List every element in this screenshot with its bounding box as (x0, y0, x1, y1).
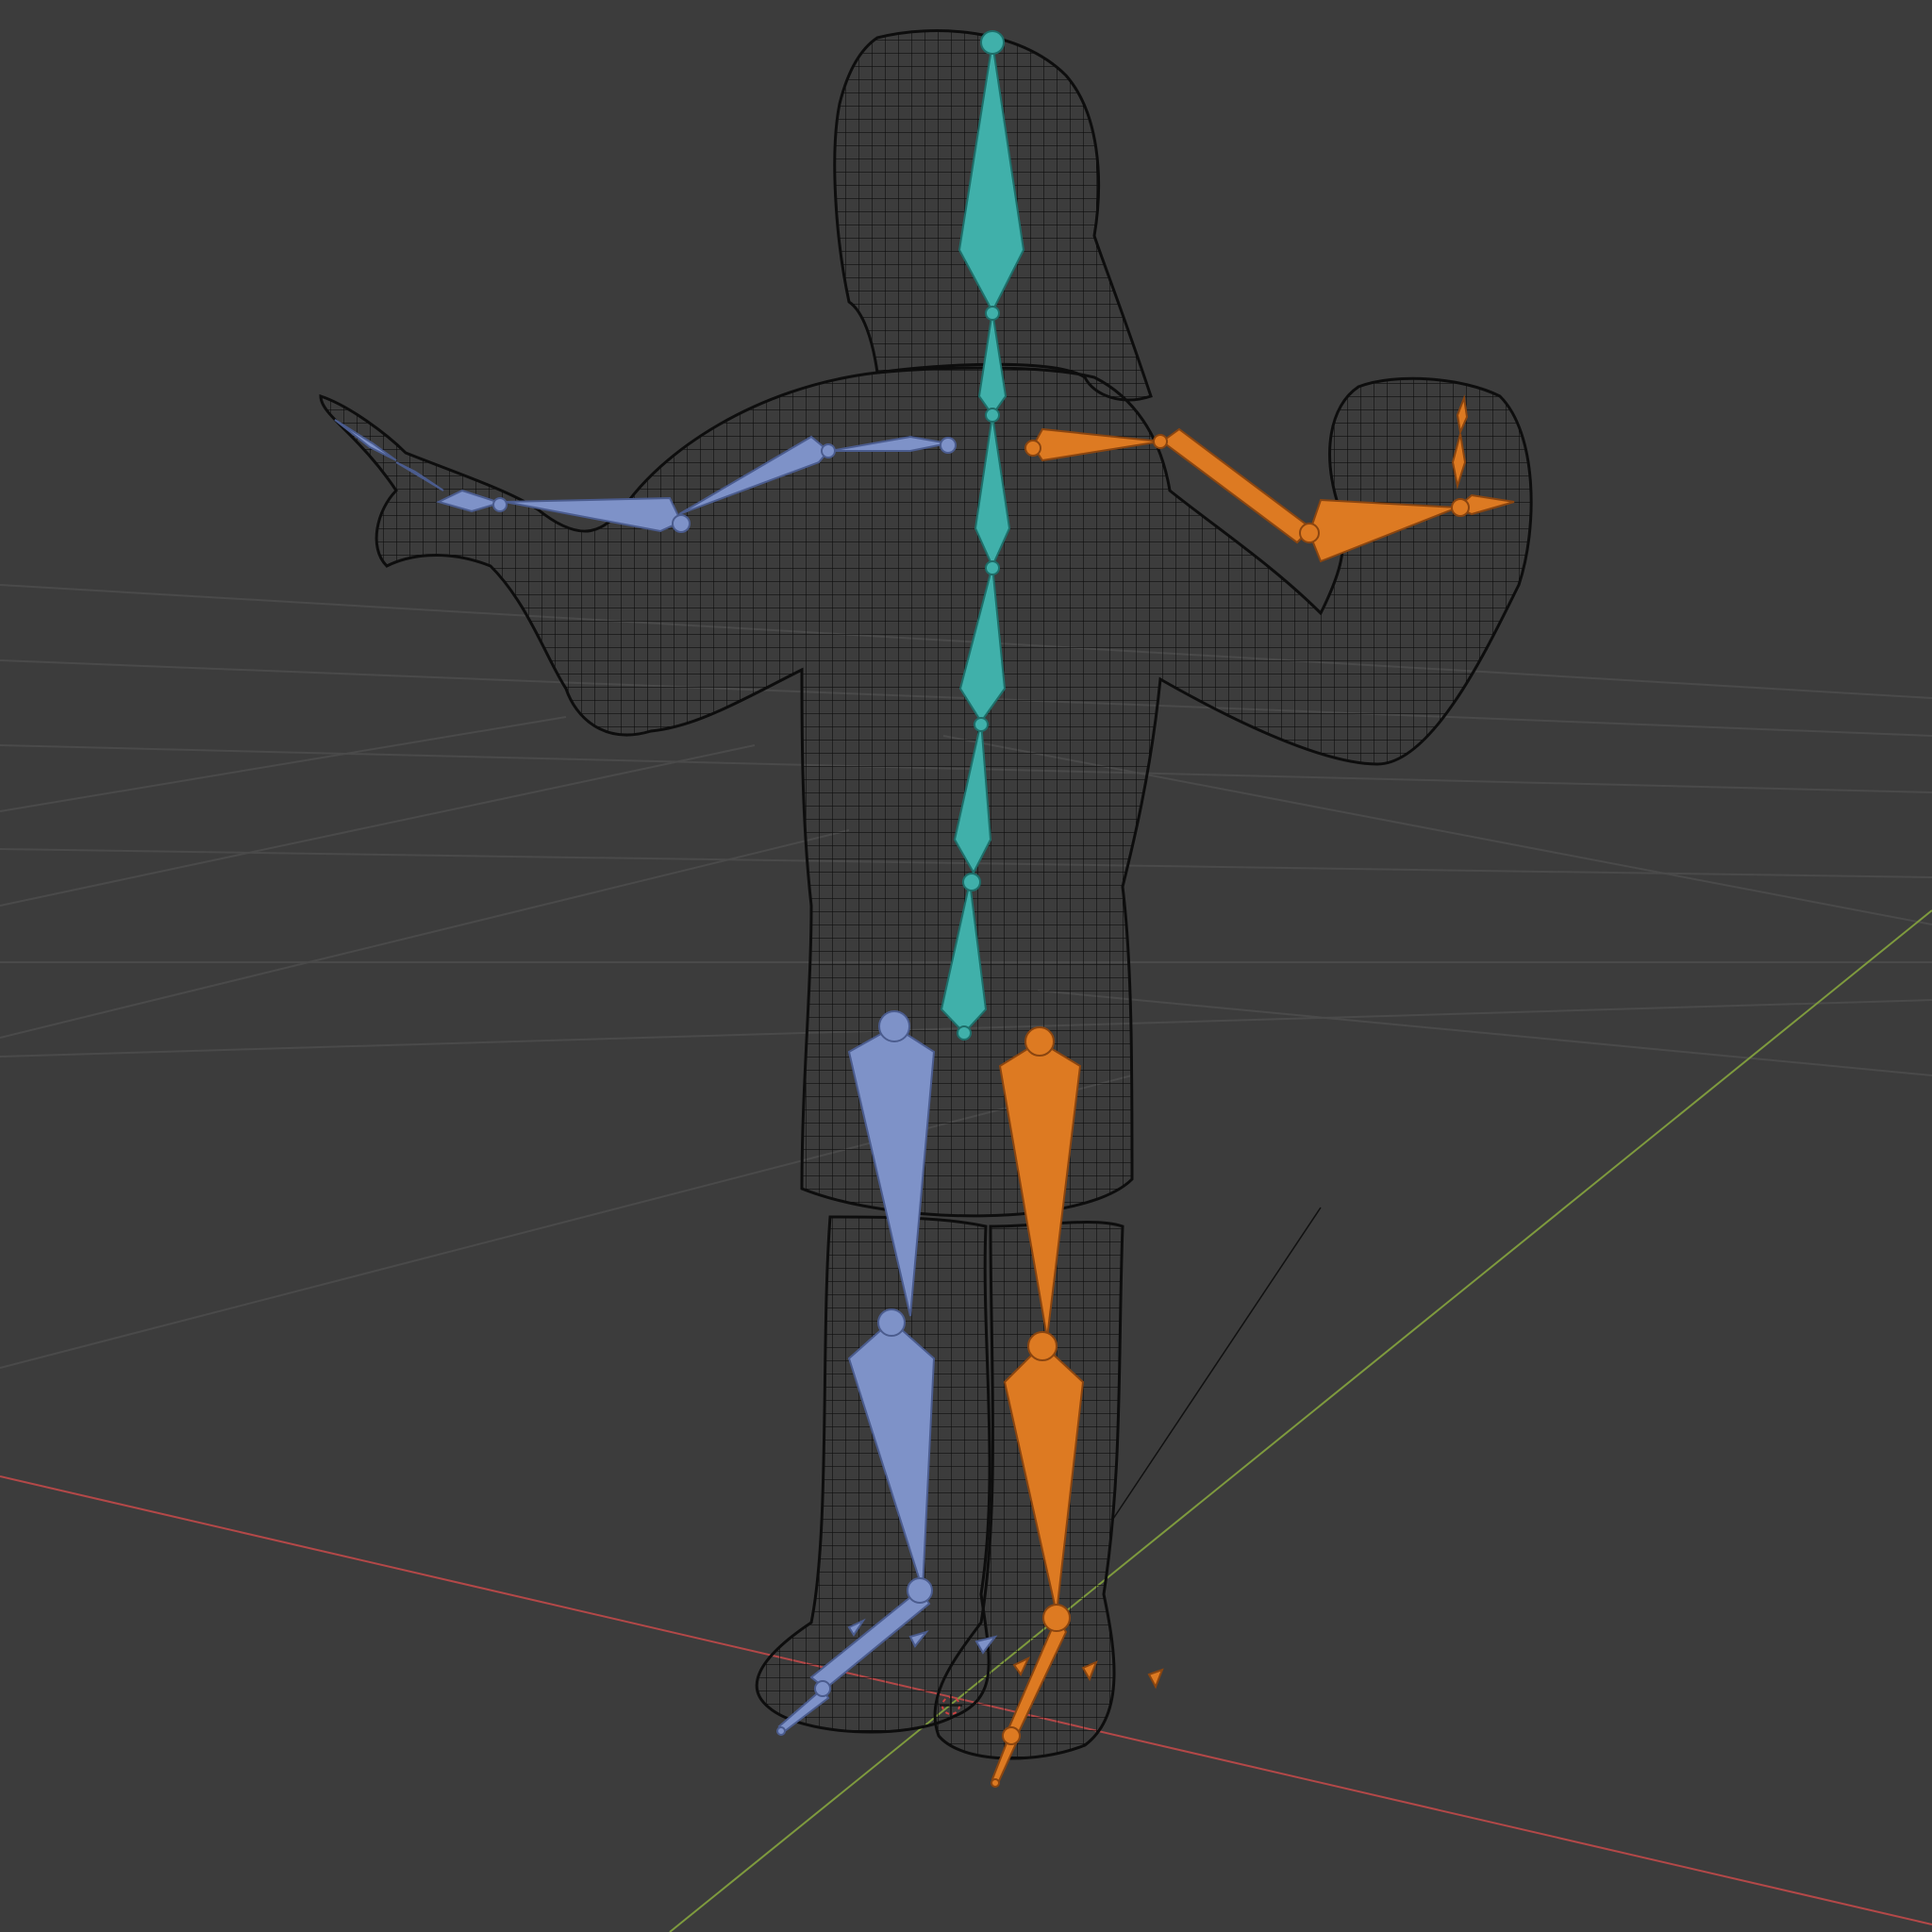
joint-right-shoulder[interactable] (1024, 440, 1041, 457)
joint-left-ankle[interactable] (907, 1577, 933, 1604)
joint-neck[interactable] (985, 306, 1000, 321)
joint-right-ball[interactable] (1002, 1726, 1021, 1745)
joint-left-elbow[interactable] (821, 443, 836, 458)
joint-left-toe-tip[interactable] (776, 1726, 786, 1736)
joint-hips[interactable] (957, 1025, 972, 1041)
joint-left-wrist[interactable] (672, 514, 691, 533)
joint-spine-mid[interactable] (974, 717, 989, 732)
joint-right-knee[interactable] (1027, 1331, 1058, 1361)
joint-spine-lower[interactable] (962, 873, 981, 891)
joint-chest[interactable] (985, 408, 1000, 423)
joint-left-ball[interactable] (814, 1680, 831, 1697)
mesh-left-leg (755, 1215, 991, 1734)
joint-right-elbow[interactable] (1153, 434, 1168, 449)
joint-left-knee[interactable] (877, 1308, 906, 1337)
joint-spine-upper[interactable] (985, 560, 1000, 575)
joint-left-shoulder[interactable] (940, 437, 957, 454)
joint-right-hand[interactable] (1451, 498, 1470, 517)
joint-right-hip[interactable] (1024, 1026, 1055, 1057)
viewport-canvas[interactable] (0, 0, 1932, 1932)
bone-right-heel-c[interactable] (1147, 1668, 1164, 1690)
joint-head-tail[interactable] (980, 30, 1005, 55)
joint-right-ankle[interactable] (1042, 1604, 1071, 1632)
joint-left-hand[interactable] (492, 497, 508, 512)
joint-right-toe-tip[interactable] (991, 1778, 1000, 1788)
3d-viewport[interactable] (0, 0, 1932, 1932)
joint-right-wrist[interactable] (1299, 523, 1320, 543)
joint-left-hip[interactable] (878, 1010, 910, 1042)
bone-relationship-line (1112, 1207, 1322, 1520)
